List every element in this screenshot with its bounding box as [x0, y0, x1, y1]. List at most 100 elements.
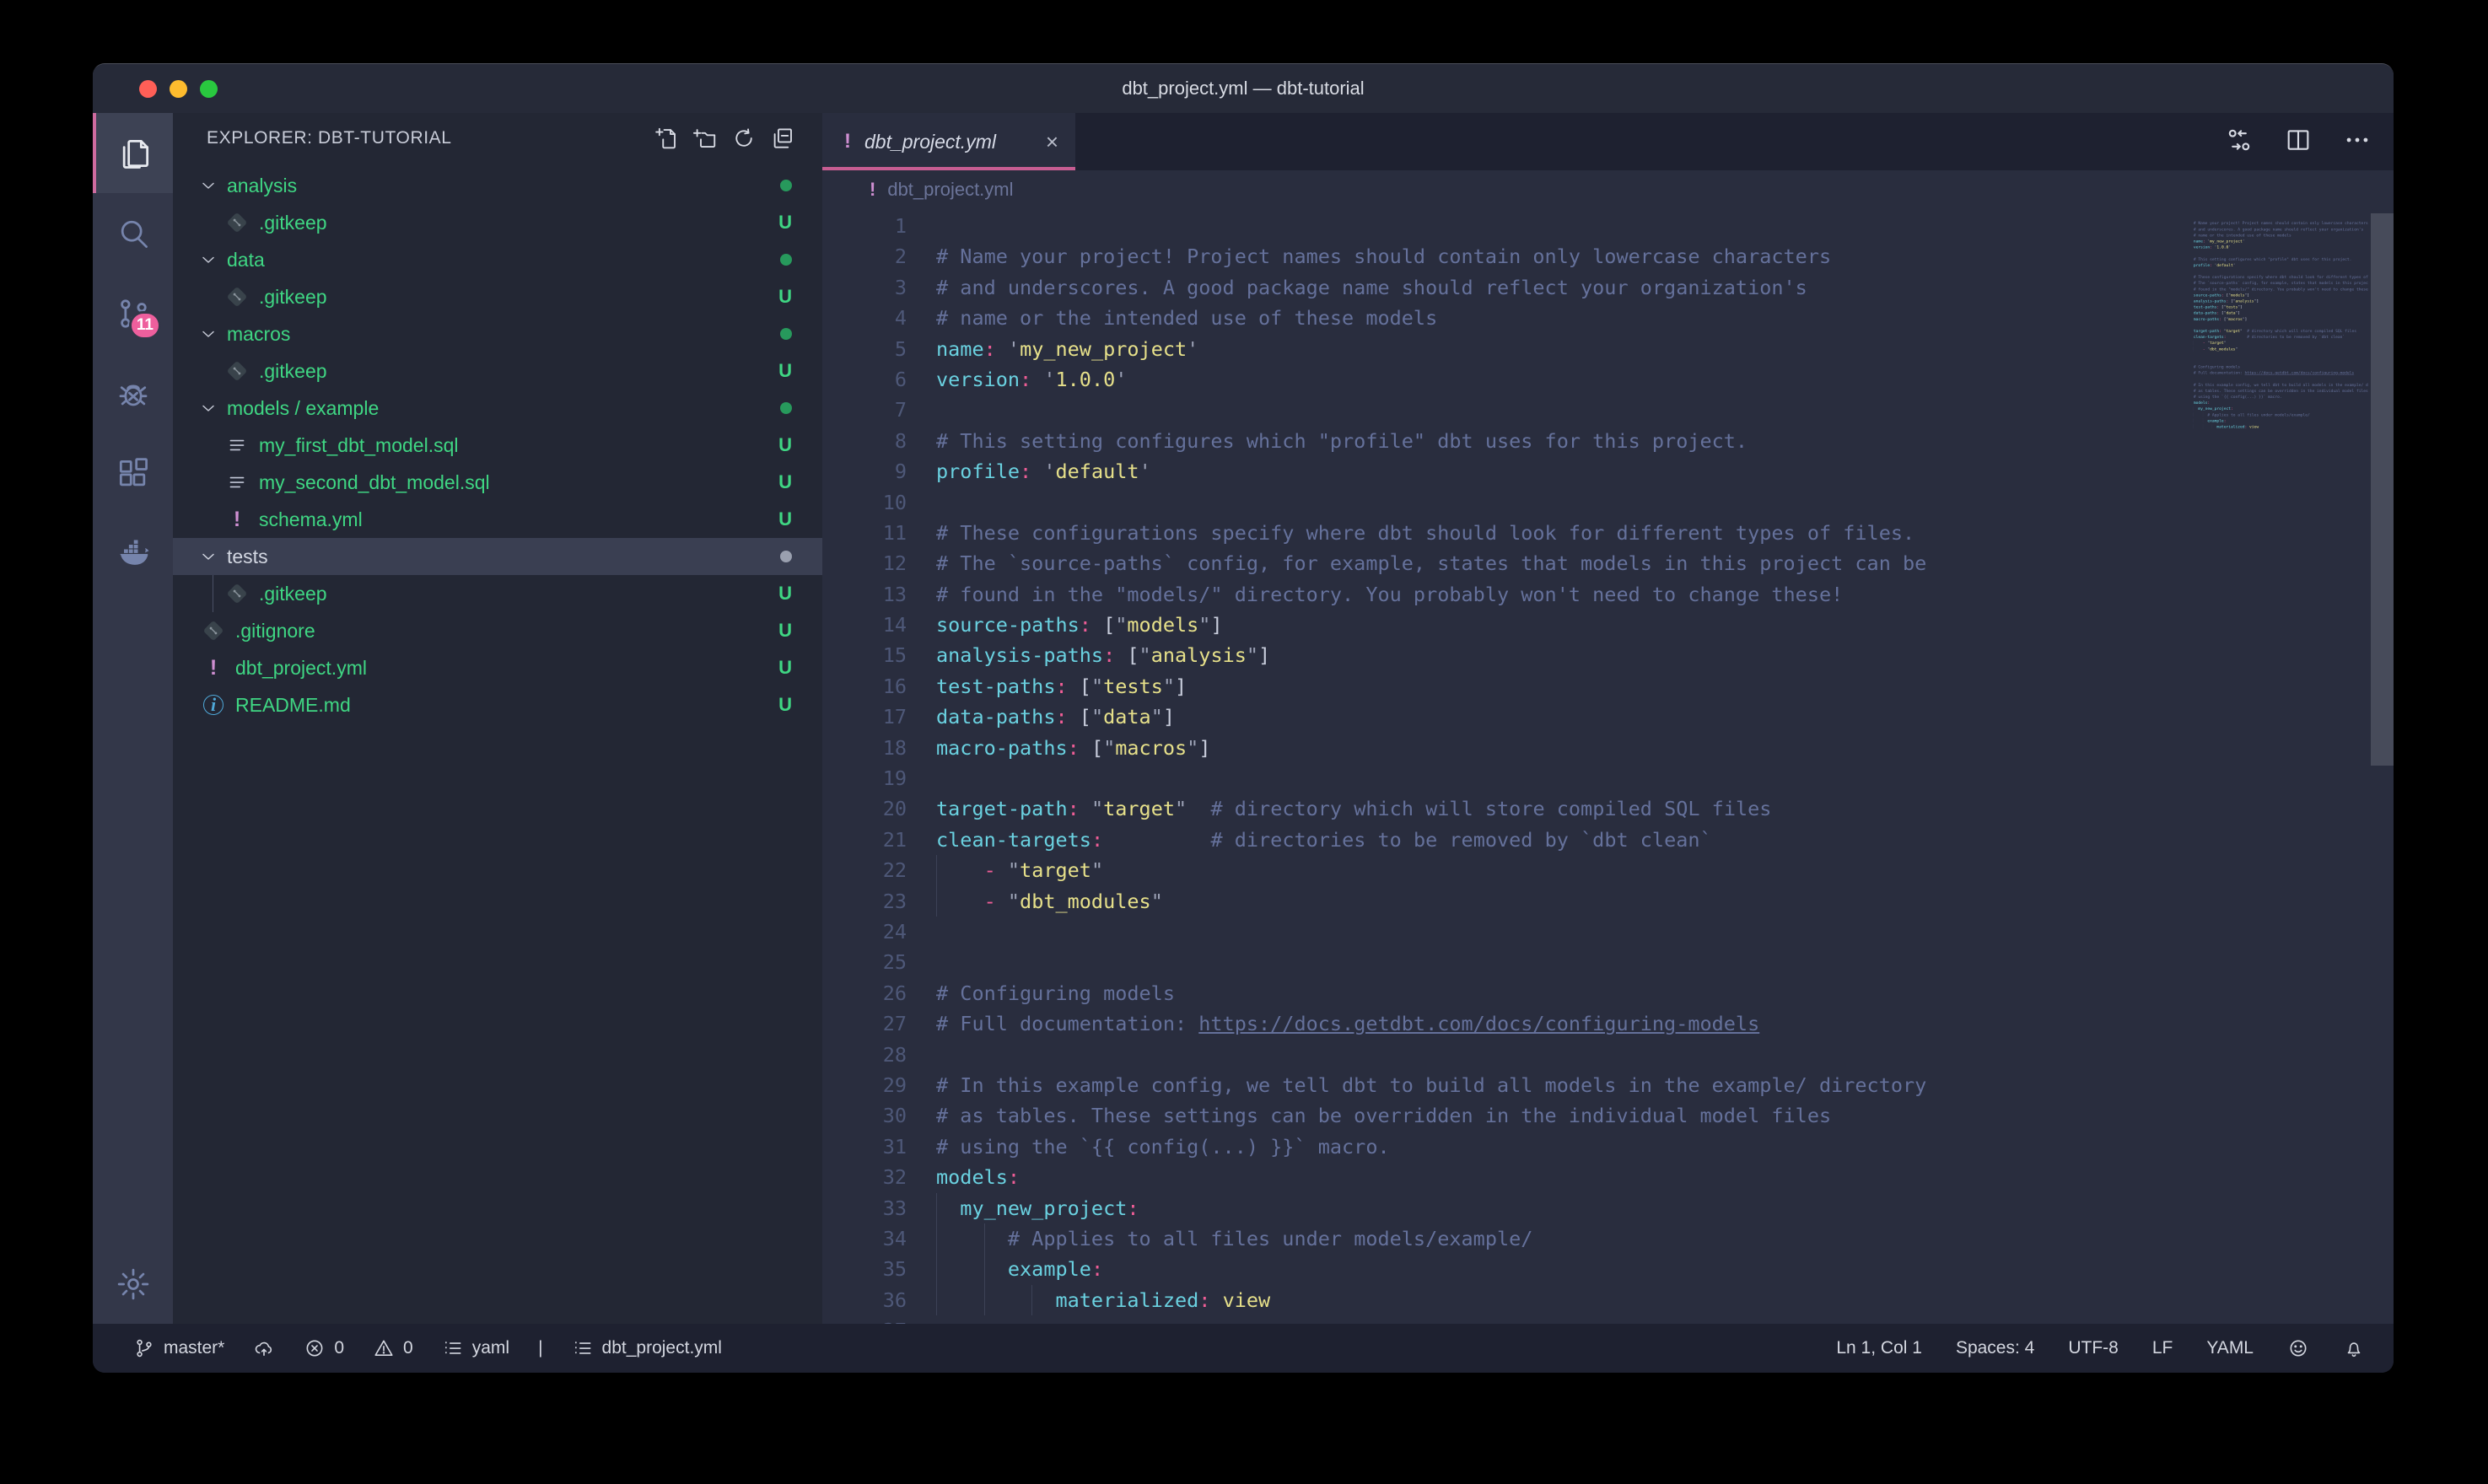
open-changes-button[interactable]	[2225, 126, 2254, 154]
code-line-18[interactable]: 18macro-paths: ["macros"]	[822, 733, 2174, 763]
code-line-29[interactable]: 29# In this example config, we tell dbt …	[822, 1070, 2174, 1100]
status-feedback[interactable]	[2287, 1337, 2309, 1359]
code-line-33[interactable]: 33 my_new_project:	[822, 1193, 2174, 1223]
code-line-17[interactable]: 17data-paths: ["data"]	[822, 702, 2174, 732]
code-line-22[interactable]: 22 - "target"	[822, 855, 2174, 885]
status-errors[interactable]: 0	[304, 1337, 344, 1359]
status-cursor-position[interactable]: Ln 1, Col 1	[1836, 1338, 1922, 1358]
collapse-folders-button[interactable]	[763, 119, 802, 158]
status-language-mode[interactable]: YAML	[2206, 1338, 2254, 1358]
tree-folder-data[interactable]: data	[173, 241, 822, 278]
code-line-12[interactable]: 12# The `source-paths` config, for examp…	[822, 548, 2174, 578]
tree-file--gitkeep[interactable]: .gitkeepU	[173, 575, 822, 612]
code-line-10[interactable]: 10	[822, 487, 2174, 518]
minimap[interactable]: # Name your project! Project names shoul…	[2188, 214, 2368, 1324]
status-warnings[interactable]: 0	[373, 1337, 413, 1359]
code-line-31[interactable]: 31# using the `{{ config(...) }}` macro.	[822, 1132, 2174, 1162]
new-file-button[interactable]	[647, 119, 686, 158]
code-line-25[interactable]: 25	[822, 947, 2174, 977]
more-actions-button[interactable]	[2343, 126, 2372, 154]
tree-folder-tests[interactable]: tests	[173, 538, 822, 575]
tree-folder-macros[interactable]: macros	[173, 315, 822, 352]
code-line-8[interactable]: 8# This setting configures which "profil…	[822, 426, 2174, 456]
status-git-branch[interactable]: master*	[133, 1337, 224, 1359]
code-line-34[interactable]: 34 # Applies to all files under models/e…	[822, 1223, 2174, 1254]
code-line-9[interactable]: 9profile: 'default'	[822, 456, 2174, 487]
status-publish-changes[interactable]	[253, 1337, 275, 1359]
activity-item-source-control[interactable]: 11	[93, 273, 173, 353]
code-line-5[interactable]: 5name: 'my_new_project'	[822, 334, 2174, 364]
code-line-32[interactable]: 32models:	[822, 1162, 2174, 1192]
line-number: 37	[822, 1315, 907, 1324]
code-line-9: profile: 'default'	[2188, 262, 2368, 268]
tree-item-label: models / example	[227, 397, 780, 420]
tree-file-my-first-dbt-model-sql[interactable]: my_first_dbt_model.sqlU	[173, 427, 822, 464]
split-editor-button[interactable]	[2284, 126, 2313, 154]
code-line-20[interactable]: 20target-path: "target" # directory whic…	[822, 793, 2174, 824]
code-line-27[interactable]: 27# Full documentation: https://docs.get…	[822, 1008, 2174, 1039]
code-line-16[interactable]: 16test-paths: ["tests"]	[822, 671, 2174, 702]
code-line-15[interactable]: 15analysis-paths: ["analysis"]	[822, 640, 2174, 670]
line-number: 34	[822, 1223, 907, 1254]
activity-item-run-debug[interactable]	[93, 353, 173, 433]
smiley-icon	[2287, 1337, 2309, 1359]
tree-file--gitkeep[interactable]: .gitkeepU	[173, 352, 822, 390]
status-yaml-indicator[interactable]: yaml	[442, 1337, 509, 1359]
tree-folder-analysis[interactable]: analysis	[173, 167, 822, 204]
tree-file--gitignore[interactable]: .gitignoreU	[173, 612, 822, 649]
tree-file-my-second-dbt-model-sql[interactable]: my_second_dbt_model.sqlU	[173, 464, 822, 501]
code-line-35[interactable]: 35 example:	[822, 1254, 2174, 1284]
line-number: 16	[822, 671, 907, 702]
code-line-2[interactable]: 2# Name your project! Project names shou…	[822, 241, 2174, 272]
warning-icon	[373, 1337, 395, 1359]
warning-file-icon: !	[225, 508, 249, 531]
code-line-7[interactable]: 7	[822, 395, 2174, 425]
breadcrumb[interactable]: ! dbt_project.yml	[822, 170, 2394, 209]
activity-item-settings[interactable]	[93, 1244, 173, 1324]
code-line-37[interactable]: 37	[822, 1315, 2174, 1324]
code-line-22: - "target"	[2188, 340, 2368, 346]
tree-file-dbt-project-yml[interactable]: !dbt_project.ymlU	[173, 649, 822, 686]
tree-file--gitkeep[interactable]: .gitkeepU	[173, 278, 822, 315]
status-file-indicator[interactable]: dbt_project.yml	[572, 1337, 722, 1359]
tab-dbt-project-yml[interactable]: !dbt_project.yml×	[822, 113, 1075, 170]
editor-scrollbar-thumb[interactable]	[2371, 213, 2394, 766]
code-editor[interactable]: 1 2# Name your project! Project names sh…	[822, 209, 2394, 1324]
code-line-13[interactable]: 13# found in the "models/" directory. Yo…	[822, 579, 2174, 610]
code-line-14[interactable]: 14source-paths: ["models"]	[822, 610, 2174, 640]
code-line-30[interactable]: 30# as tables. These settings can be ove…	[822, 1100, 2174, 1131]
tree-file-schema-yml[interactable]: !schema.ymlU	[173, 501, 822, 538]
activity-item-explorer[interactable]	[93, 113, 173, 193]
code-line-26[interactable]: 26# Configuring models	[822, 978, 2174, 1008]
line-number: 7	[822, 395, 907, 425]
refresh-explorer-button[interactable]	[724, 119, 763, 158]
code-line-3[interactable]: 3# and underscores. A good package name …	[822, 272, 2174, 303]
status-encoding[interactable]: UTF-8	[2068, 1338, 2119, 1358]
code-line-24[interactable]: 24	[822, 917, 2174, 947]
code-line-19[interactable]: 19	[822, 763, 2174, 793]
line-number: 12	[822, 548, 907, 578]
code-line-28[interactable]: 28	[822, 1040, 2174, 1070]
code-line-6[interactable]: 6version: '1.0.0'	[822, 364, 2174, 395]
tree-folder-models-example[interactable]: models / example	[173, 390, 822, 427]
line-number: 8	[822, 426, 907, 456]
code-line-1[interactable]: 1	[822, 211, 2174, 241]
status-indentation[interactable]: Spaces: 4	[1956, 1338, 2034, 1358]
close-tab-icon[interactable]: ×	[1046, 129, 1058, 155]
new-folder-button[interactable]	[686, 119, 724, 158]
activity-item-extensions[interactable]	[93, 433, 173, 513]
tree-file--gitkeep[interactable]: .gitkeepU	[173, 204, 822, 241]
activity-item-search[interactable]	[93, 193, 173, 273]
status-notifications[interactable]	[2343, 1337, 2365, 1359]
status-label: yaml	[472, 1338, 509, 1358]
tree-file-readme-md[interactable]: iREADME.mdU	[173, 686, 822, 723]
code-line-4[interactable]: 4# name or the intended use of these mod…	[822, 303, 2174, 333]
code-line-36[interactable]: 36 materialized: view	[822, 1285, 2174, 1315]
status-eol[interactable]: LF	[2152, 1338, 2173, 1358]
code-line-35: example:	[2188, 417, 2368, 423]
code-line-21[interactable]: 21clean-targets: # directories to be rem…	[822, 825, 2174, 855]
code-line-23[interactable]: 23 - "dbt_modules"	[822, 886, 2174, 917]
code-line-11[interactable]: 11# These configurations specify where d…	[822, 518, 2174, 548]
code-line-5: name: 'my_new_project'	[2188, 238, 2368, 244]
activity-item-docker[interactable]	[93, 513, 173, 594]
